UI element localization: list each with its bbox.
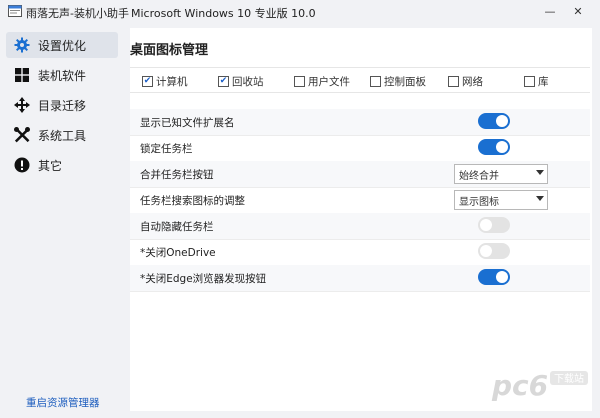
- watermark-logo: pc6 下载站: [491, 369, 588, 402]
- checkbox-library[interactable]: 库: [524, 74, 549, 89]
- setting-row-disable-onedrive: *关闭OneDrive: [130, 239, 590, 266]
- section-title: 桌面图标管理: [130, 43, 209, 58]
- setting-label: 任务栏搜索图标的调整: [140, 195, 245, 207]
- checkbox-label: 控制面板: [384, 76, 426, 88]
- move-arrows-icon: [12, 97, 32, 113]
- checkbox-network[interactable]: 网络: [448, 74, 483, 89]
- restart-explorer-link[interactable]: 重启资源管理器: [26, 395, 100, 410]
- checkbox-box: ✔: [218, 76, 229, 87]
- sidebar-item-settings-optimize[interactable]: 设置优化: [6, 32, 118, 58]
- app-logo-icon: [8, 5, 22, 17]
- dropdown-value: 显示图标: [459, 197, 499, 208]
- sidebar-item-label: 目录迁移: [38, 98, 87, 113]
- checkbox-label: 库: [538, 76, 549, 88]
- toggle-knob: [496, 141, 508, 153]
- watermark-subtext: 下载站: [554, 372, 584, 385]
- sidebar-item-directory-migration[interactable]: 目录迁移: [6, 92, 118, 118]
- combine-buttons-dropdown[interactable]: 始终合并: [454, 164, 548, 184]
- chevron-down-icon: [536, 196, 544, 201]
- setting-row-combine-buttons: 合并任务栏按钮 始终合并: [130, 161, 590, 188]
- setting-row-lock-taskbar: 锁定任务栏: [130, 135, 590, 162]
- setting-row-show-extensions: 显示已知文件扩展名: [130, 109, 590, 136]
- window-controls: — ✕: [536, 0, 592, 22]
- checkbox-box: [448, 76, 459, 87]
- setting-row-disable-edge-discover: *关闭Edge浏览器发现按钮: [130, 265, 590, 292]
- close-button[interactable]: ✕: [564, 0, 592, 22]
- chevron-down-icon: [536, 170, 544, 175]
- toggle-lock-taskbar[interactable]: [478, 139, 510, 155]
- watermark-text: pc6: [491, 369, 548, 402]
- toggle-disable-onedrive[interactable]: [478, 243, 510, 259]
- setting-label: 自动隐藏任务栏: [140, 221, 214, 233]
- os-version-label: Microsoft Windows 10 专业版 10.0: [131, 7, 316, 20]
- toggle-knob: [480, 219, 492, 231]
- setting-label: 显示已知文件扩展名: [140, 117, 235, 129]
- setting-row-search-icon: 任务栏搜索图标的调整 显示图标: [130, 187, 590, 214]
- toggle-show-extensions[interactable]: [478, 113, 510, 129]
- checkbox-recycle-bin[interactable]: ✔ 回收站: [218, 74, 264, 89]
- tools-icon: [12, 127, 32, 143]
- search-icon-dropdown[interactable]: 显示图标: [454, 190, 548, 210]
- checkbox-box: [370, 76, 381, 87]
- desktop-icons-row: ✔ 计算机 ✔ 回收站 用户文件 控制面板 网络 库: [130, 67, 590, 93]
- sidebar-item-label: 装机软件: [38, 68, 87, 83]
- checkbox-label: 回收站: [232, 76, 264, 88]
- minimize-button[interactable]: —: [536, 0, 564, 22]
- toggle-disable-edge-discover[interactable]: [478, 269, 510, 285]
- dropdown-value: 始终合并: [459, 171, 499, 182]
- sidebar-item-label: 系统工具: [38, 128, 87, 143]
- checkbox-control-panel[interactable]: 控制面板: [370, 74, 426, 89]
- checkbox-label: 计算机: [156, 76, 188, 88]
- windows-icon: [12, 68, 32, 82]
- sidebar-item-system-tools[interactable]: 系统工具: [6, 122, 118, 148]
- checkbox-box: [524, 76, 535, 87]
- checkbox-box: [294, 76, 305, 87]
- sidebar-item-install-software[interactable]: 装机软件: [6, 62, 118, 88]
- minimize-icon: —: [544, 4, 556, 18]
- toggle-auto-hide-taskbar[interactable]: [478, 217, 510, 233]
- checkbox-box: ✔: [142, 76, 153, 87]
- setting-row-auto-hide-taskbar: 自动隐藏任务栏: [130, 213, 590, 240]
- exclamation-icon: [12, 157, 32, 173]
- app-title: 雨落无声-装机小助手: [26, 7, 129, 20]
- sidebar-item-label: 设置优化: [38, 38, 87, 53]
- checkbox-label: 用户文件: [308, 76, 350, 88]
- gear-icon: [12, 37, 32, 53]
- setting-label: 合并任务栏按钮: [140, 169, 214, 181]
- toggle-knob: [480, 245, 492, 257]
- checkbox-label: 网络: [462, 76, 483, 88]
- sidebar-item-other[interactable]: 其它: [6, 152, 118, 178]
- close-icon: ✕: [573, 4, 583, 18]
- setting-label: 锁定任务栏: [140, 143, 193, 155]
- toggle-knob: [496, 271, 508, 283]
- checkbox-user-files[interactable]: 用户文件: [294, 74, 350, 89]
- sidebar-item-label: 其它: [38, 158, 63, 173]
- setting-label: *关闭Edge浏览器发现按钮: [140, 273, 267, 285]
- setting-label: *关闭OneDrive: [140, 247, 216, 259]
- sidebar: 设置优化 装机软件 目录迁移 系统工具 其它: [0, 28, 122, 418]
- toggle-knob: [496, 115, 508, 127]
- checkbox-computer[interactable]: ✔ 计算机: [142, 74, 188, 89]
